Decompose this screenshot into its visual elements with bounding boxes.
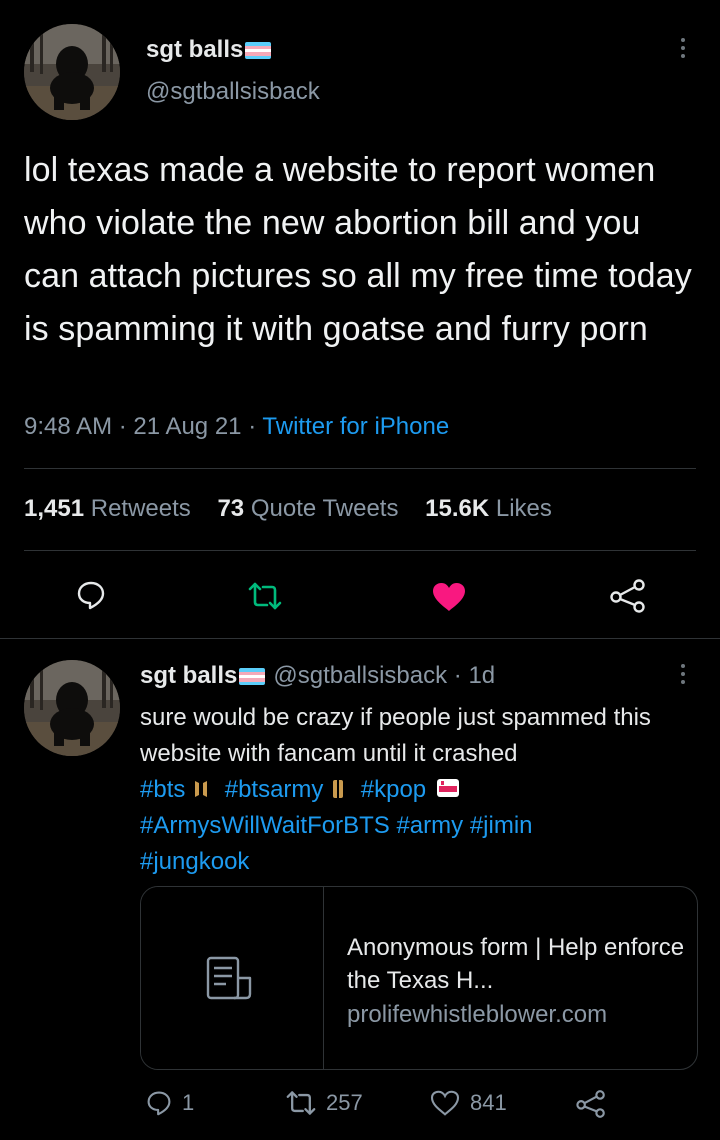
- hashtag-armys-will-wait[interactable]: #ArmysWillWaitForBTS: [140, 812, 390, 839]
- display-name-text[interactable]: sgt balls: [146, 36, 243, 63]
- quotes-label: Quote Tweets: [250, 495, 399, 522]
- reply-display-name[interactable]: sgt balls: [140, 662, 237, 689]
- reply-header: sgt balls @sgtballsisback · 1d: [140, 662, 495, 690]
- meta-separator: ·: [118, 413, 134, 440]
- card-thumbnail: [141, 887, 324, 1069]
- retweet-button[interactable]: [248, 582, 282, 615]
- reply-text: sure would be crazy if people just spamm…: [140, 700, 700, 880]
- retweet-icon: [248, 582, 282, 610]
- card-body: Anonymous form | Help enforce the Texas …: [347, 931, 687, 1033]
- quotes-stat[interactable]: 73 Quote Tweets: [217, 495, 398, 522]
- divider: [24, 468, 696, 469]
- quotes-count: 73: [217, 495, 245, 522]
- reply-handle[interactable]: @sgtballsisback: [273, 662, 447, 689]
- reply-body: sure would be crazy if people just spamm…: [140, 704, 651, 767]
- retweet-count: 257: [326, 1090, 363, 1115]
- document-icon: [206, 956, 252, 1000]
- tweet-text: lol texas made a website to report women…: [24, 151, 692, 348]
- tweet-meta: 9:48 AM · 21 Aug 21 · Twitter for iPhone: [24, 413, 449, 441]
- kpop-icon: [436, 779, 459, 797]
- tweet-source[interactable]: Twitter for iPhone: [262, 413, 449, 440]
- likes-label: Likes: [495, 495, 552, 522]
- bts-logo-icon: [195, 781, 208, 797]
- likes-count: 15.6K: [425, 495, 490, 522]
- divider: [24, 550, 696, 551]
- reply-share-button[interactable]: [576, 1090, 616, 1118]
- reply-avatar[interactable]: [24, 660, 120, 756]
- retweet-icon: [286, 1091, 316, 1115]
- heart-icon: [430, 1090, 460, 1116]
- reply-count: 1: [182, 1090, 195, 1115]
- like-button[interactable]: [432, 582, 466, 617]
- tweet-date[interactable]: 21 Aug 21: [133, 413, 241, 440]
- tweet-time[interactable]: 9:48 AM: [24, 413, 112, 440]
- reply-retweet-button[interactable]: 257: [286, 1090, 363, 1116]
- hashtag-btsarmy[interactable]: #btsarmy: [225, 776, 324, 803]
- trans-flag-icon: [239, 668, 266, 686]
- reply-icon: [147, 1091, 171, 1116]
- meta-separator: ·: [248, 413, 263, 440]
- reply-icon: [77, 581, 105, 610]
- divider: [0, 638, 720, 639]
- share-button[interactable]: [610, 579, 646, 618]
- reply-like-button[interactable]: 841: [430, 1090, 507, 1116]
- hashtag-kpop[interactable]: #kpop: [361, 776, 426, 803]
- hashtag-bts[interactable]: #bts: [140, 776, 185, 803]
- meta-separator: ·: [447, 662, 469, 689]
- retweets-label: Retweets: [90, 495, 191, 522]
- reply-reply-button[interactable]: 1: [146, 1090, 194, 1116]
- link-card[interactable]: Anonymous form | Help enforce the Texas …: [140, 886, 698, 1070]
- retweets-stat[interactable]: 1,451 Retweets: [24, 495, 191, 522]
- reply-age[interactable]: 1d: [468, 662, 495, 689]
- display-name[interactable]: sgt balls: [146, 36, 272, 64]
- hashtag-army[interactable]: #army: [396, 812, 463, 839]
- trans-flag-icon: [245, 42, 272, 60]
- reply-button[interactable]: [76, 580, 106, 615]
- hashtag-jungkook[interactable]: #jungkook: [140, 848, 249, 875]
- retweets-count: 1,451: [24, 495, 85, 522]
- reply-more-options-icon[interactable]: [681, 664, 687, 688]
- share-icon: [610, 579, 645, 613]
- tweet-stats: 1,451 Retweets 73 Quote Tweets 15.6K Lik…: [24, 495, 552, 523]
- heart-icon: [433, 583, 465, 611]
- share-icon: [576, 1090, 605, 1118]
- like-count: 841: [470, 1090, 507, 1115]
- user-handle[interactable]: @sgtballsisback: [146, 78, 320, 106]
- avatar[interactable]: [24, 24, 120, 120]
- card-title: Anonymous form | Help enforce the Texas …: [347, 934, 685, 994]
- likes-stat[interactable]: 15.6K Likes: [425, 495, 552, 522]
- hashtag-jimin[interactable]: #jimin: [470, 812, 533, 839]
- card-domain: prolifewhistleblower.com: [347, 1001, 608, 1028]
- more-options-icon[interactable]: [681, 38, 687, 62]
- army-bomb-icon: [333, 780, 344, 798]
